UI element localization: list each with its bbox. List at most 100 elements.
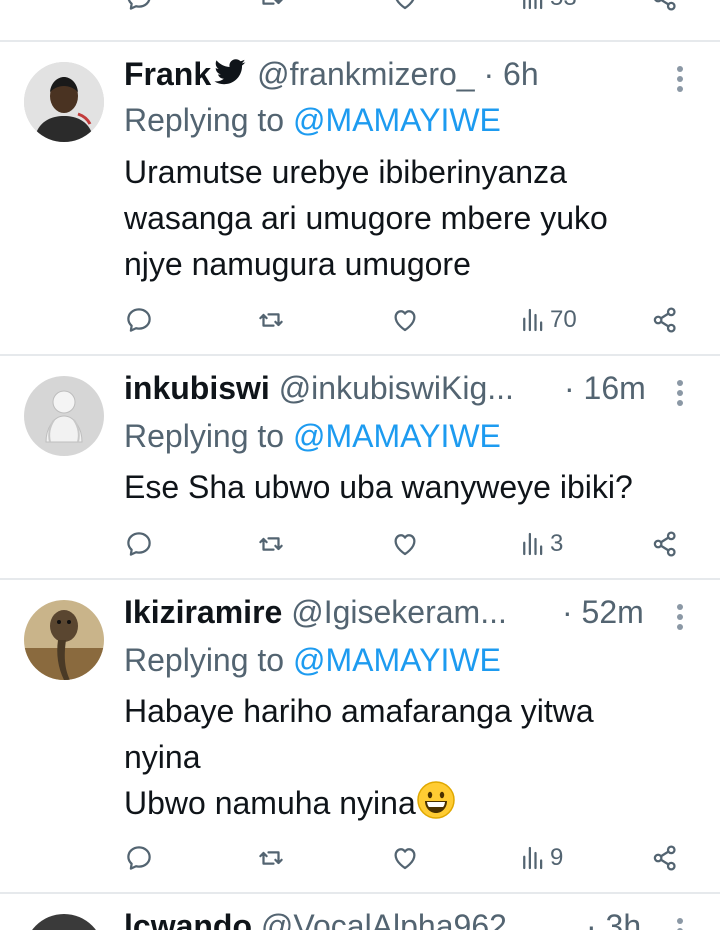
like-button[interactable] [390,524,420,564]
retweet-icon [256,0,286,13]
views-count: 3 [550,530,564,557]
mention-link[interactable]: @MAMAYIWE [293,642,501,678]
heart-icon [390,843,420,873]
retweet-icon [256,843,286,873]
tweet-header: Frank @frankmizero_ · 6h [124,54,539,94]
heart-icon [390,0,420,13]
timestamp[interactable]: 52m [582,594,644,630]
share-button[interactable] [650,838,680,878]
views-icon [518,843,548,873]
time-separator: · [562,594,573,630]
views-button[interactable]: 53 [518,0,577,18]
reply-icon [124,529,154,559]
reply-button[interactable] [124,0,154,18]
retweet-button[interactable] [256,838,286,878]
display-name[interactable]: Frank [124,56,211,92]
action-bar: 70 [124,300,684,340]
partial-action-bar: 53 [124,0,684,18]
views-count: 53 [550,0,577,12]
views-button[interactable]: 3 [518,524,563,564]
action-bar: 3 [124,524,684,564]
tweet-text-line: wasanga ari umugore mbere yuko [124,200,608,236]
like-button[interactable] [390,838,420,878]
tweet-text-line: Ese Sha ubwo uba wanyweye ibiki? [124,469,633,505]
retweet-icon [256,529,286,559]
time-separator: · [564,370,575,406]
reply-icon [124,305,154,335]
replying-to: Replying to @MAMAYIWE [124,640,501,680]
views-button[interactable]: 70 [518,300,577,340]
more-options-button[interactable] [668,66,692,100]
more-options-button[interactable] [668,380,692,414]
replying-to-label: Replying to [124,642,285,678]
reply-button[interactable] [124,838,154,878]
user-handle[interactable]: @Igisekeram... [291,594,507,630]
tweet-time: · 52m [562,592,644,632]
timestamp[interactable]: 6h [503,56,539,92]
tweet-header: inkubiswi @inkubiswiKig... [124,368,514,408]
avatar-photo [24,600,104,680]
views-icon [518,0,548,13]
tweet-1[interactable]: Frank @frankmizero_ · 6h Replying to @MAM… [0,42,720,354]
views-count: 9 [550,844,564,871]
avatar[interactable] [24,600,104,680]
avatar-photo [24,62,104,142]
tweet-text: Uramutse urebye ibiberinyanza wasanga ar… [124,149,684,287]
replying-to-label: Replying to [124,418,285,454]
tweet-3[interactable]: Ikiziramire @Igisekeram... · 52m Replyin… [0,580,720,892]
avatar-photo [24,376,104,456]
tweet-text: Ese Sha ubwo uba wanyweye ibiki? [124,464,684,510]
tweet-text-line: Ubwo namuha nyina [124,785,416,821]
time-separator: · [483,56,495,92]
tweet-text-line: njye namugura umugore [124,246,471,282]
action-bar: 9 [124,838,684,878]
tweet-text-line: Habaye hariho amafaranga yitwa [124,693,594,729]
avatar[interactable] [24,62,104,142]
screen-bottom-band [0,930,720,947]
avatar[interactable] [24,376,104,456]
like-button[interactable] [390,300,420,340]
views-button[interactable]: 9 [518,838,563,878]
retweet-icon [256,305,286,335]
heart-icon [390,305,420,335]
share-button[interactable] [650,300,680,340]
views-icon [518,529,548,559]
share-button[interactable] [650,0,680,18]
display-name[interactable]: inkubiswi [124,370,270,406]
mention-link[interactable]: @MAMAYIWE [293,102,501,138]
tweet-text-line: Uramutse urebye ibiberinyanza [124,154,567,190]
reply-button[interactable] [124,300,154,340]
reply-icon [124,0,154,13]
timestamp[interactable]: 16m [584,370,646,406]
tweet-header: Ikiziramire @Igisekeram... [124,592,507,632]
replying-to-label: Replying to [124,102,285,138]
heart-icon [390,529,420,559]
views-icon [518,305,548,335]
share-icon [650,0,680,13]
twitter-bird-icon [214,59,246,85]
more-options-button[interactable] [668,604,692,638]
mention-link[interactable]: @MAMAYIWE [293,418,501,454]
tweet-text-line: nyina [124,739,201,775]
tweet-2[interactable]: inkubiswi @inkubiswiKig... · 16m Replyin… [0,356,720,578]
views-count: 70 [550,306,577,333]
user-handle[interactable]: @inkubiswiKig... [279,370,514,406]
replying-to: Replying to @MAMAYIWE [124,416,501,456]
reply-icon [124,843,154,873]
like-button[interactable] [390,0,420,18]
retweet-button[interactable] [256,300,286,340]
share-icon [650,529,680,559]
replying-to: Replying to @MAMAYIWE [124,100,501,140]
tweet-time: · 16m [564,368,646,408]
user-handle[interactable]: @frankmizero_ [257,56,474,92]
grinning-face-emoji [416,781,455,819]
tweet-text: Habaye hariho amafaranga yitwa nyina Ubw… [124,688,684,826]
reply-button[interactable] [124,524,154,564]
tweet-text-line-with-emoji: Ubwo namuha nyina [124,780,684,826]
retweet-button[interactable] [256,0,286,18]
retweet-button[interactable] [256,524,286,564]
share-icon [650,305,680,335]
share-button[interactable] [650,524,680,564]
share-icon [650,843,680,873]
display-name[interactable]: Ikiziramire [124,594,282,630]
